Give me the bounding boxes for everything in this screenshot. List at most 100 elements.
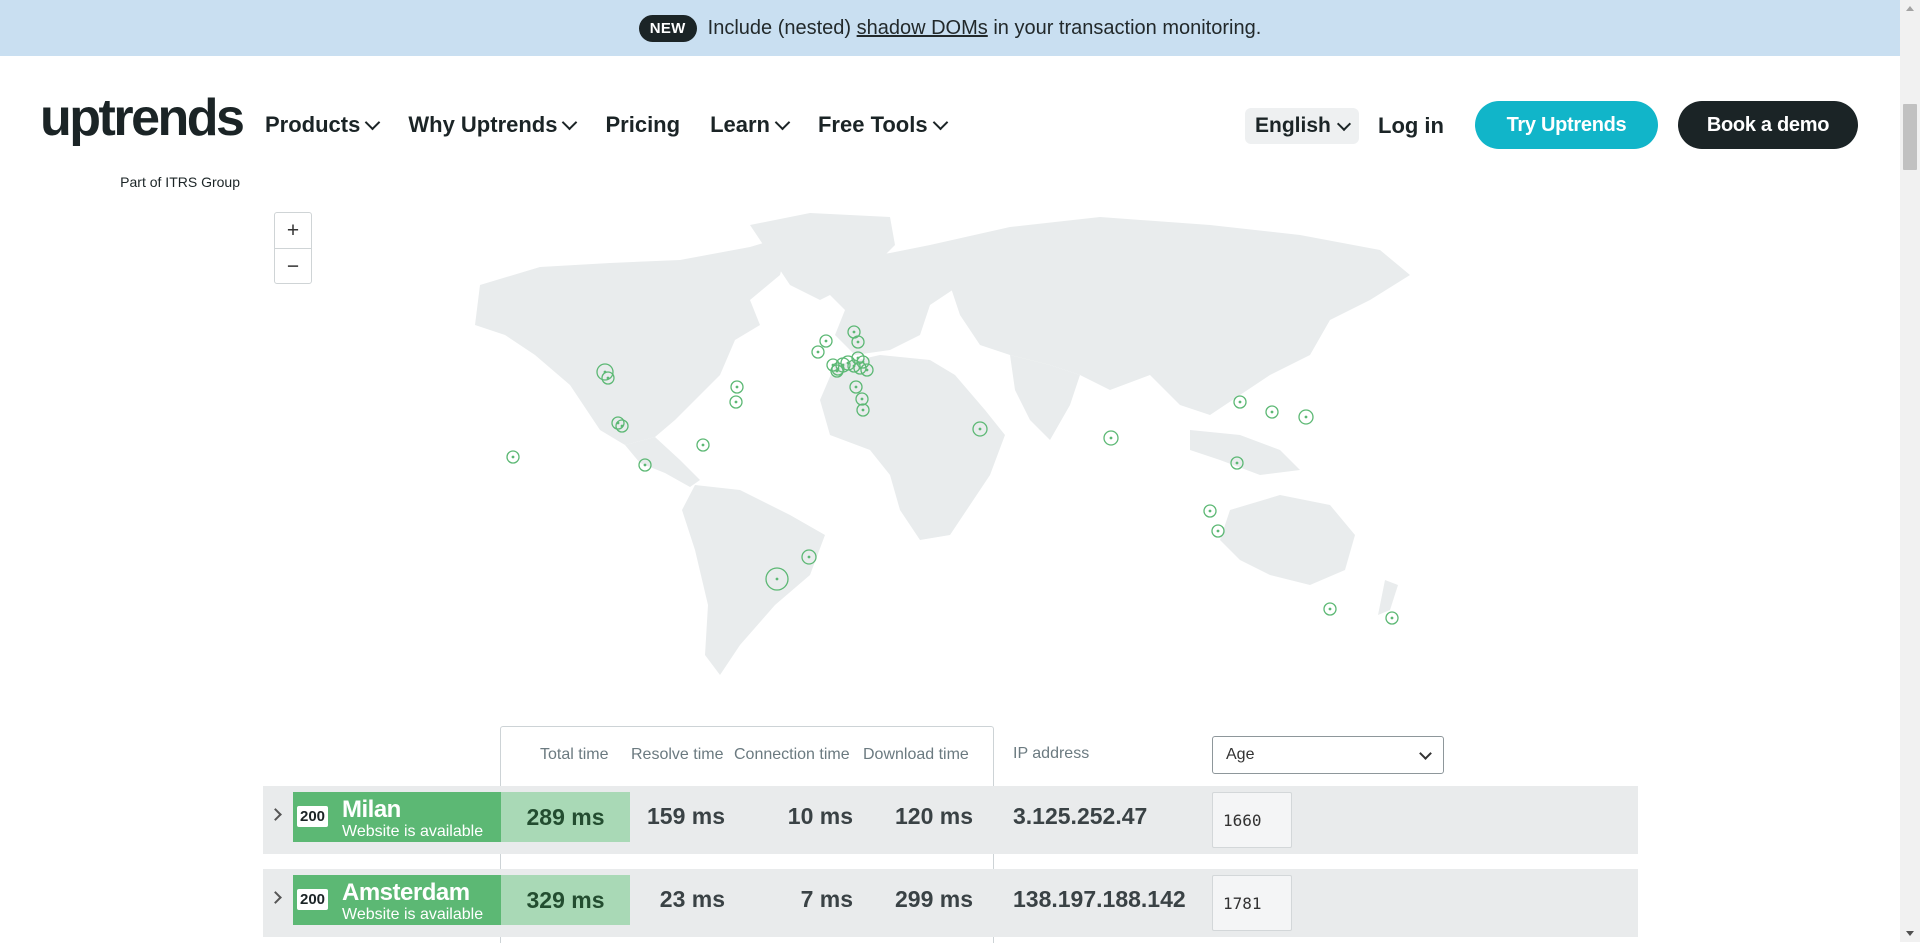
- nav-learn[interactable]: Learn: [710, 112, 791, 138]
- availability-text: Website is available: [342, 906, 484, 923]
- location-marker-dot: [816, 350, 820, 354]
- status-code-badge: 200: [297, 889, 329, 910]
- header-download-time: Download time: [863, 746, 969, 763]
- nav-pricing[interactable]: Pricing: [605, 112, 680, 138]
- africa-landmass: [820, 355, 1005, 540]
- total-time-value: 329 ms: [501, 875, 630, 925]
- nav-free-tools[interactable]: Free Tools: [817, 112, 948, 138]
- resolve-time-value: 23 ms: [659, 886, 725, 912]
- shadow-doms-link[interactable]: shadow DOMs: [857, 17, 988, 40]
- asia-landmass: [930, 217, 1410, 415]
- announcement-banner: NEW Include (nested) shadow DOMs in your…: [0, 0, 1900, 56]
- location-marker-dot: [775, 577, 779, 581]
- main-nav: Products Why Uptrends Pricing Learn Free…: [265, 112, 976, 138]
- book-demo-button[interactable]: Book a demo: [1678, 101, 1858, 149]
- central-america-landmass: [625, 437, 700, 487]
- new-zealand-landmass: [1378, 580, 1398, 615]
- logo-tagline: Part of ITRS Group: [120, 174, 240, 190]
- nav-learn-label: Learn: [710, 112, 770, 137]
- sort-select-value: Age: [1226, 746, 1255, 763]
- try-uptrends-button[interactable]: Try Uptrends: [1475, 101, 1658, 149]
- age-value: 1781: [1212, 875, 1292, 931]
- chevron-down-icon: [774, 114, 791, 130]
- nav-why-uptrends[interactable]: Why Uptrends: [408, 112, 578, 138]
- chevron-down-icon: [1336, 116, 1351, 131]
- new-badge: NEW: [638, 14, 697, 42]
- ip-address-value: 3.125.252.47: [1013, 803, 1148, 829]
- nav-why-uptrends-label: Why Uptrends: [408, 112, 558, 137]
- north-america-landmass: [475, 235, 790, 445]
- total-time-value: 289 ms: [501, 792, 630, 842]
- table-row[interactable]: 200 Milan Website is available 289 ms 15…: [263, 786, 1638, 854]
- nav-pricing-label: Pricing: [605, 112, 681, 137]
- header-ip-address: IP address: [1013, 745, 1090, 762]
- login-link[interactable]: Log in: [1378, 113, 1444, 139]
- zoom-out-button[interactable]: −: [275, 248, 311, 284]
- location-marker-dot: [701, 443, 705, 447]
- ip-address-value: 138.197.188.142: [1013, 886, 1186, 912]
- location-marker-dot: [643, 463, 647, 467]
- status-block: 200 Milan Website is available: [293, 792, 501, 842]
- header-resolve-time: Resolve time: [631, 746, 724, 763]
- location-marker-dot: [1216, 529, 1220, 533]
- scroll-down-arrow-icon[interactable]: [1906, 931, 1914, 936]
- connection-time-value: 10 ms: [787, 803, 853, 829]
- scrollbar-thumb[interactable]: [1903, 104, 1917, 170]
- location-marker-dot: [1328, 607, 1332, 611]
- location-name: Milan: [342, 796, 401, 823]
- header-connection-time: Connection time: [734, 746, 850, 763]
- resolve-time-value: 159 ms: [646, 803, 725, 829]
- location-marker-dot: [734, 400, 738, 404]
- nav-products-label: Products: [265, 112, 361, 137]
- location-marker-dot: [835, 369, 839, 373]
- nav-products[interactable]: Products: [265, 112, 381, 138]
- location-name: Amsterdam: [342, 879, 470, 906]
- download-time-value: 120 ms: [894, 803, 973, 829]
- location-marker-dot: [1208, 509, 1212, 513]
- uptrends-logo[interactable]: uptrends Part of ITRS Group: [40, 89, 245, 190]
- map-zoom-control: + −: [274, 212, 312, 284]
- logo-wordmark: uptrends: [40, 89, 245, 147]
- availability-text: Website is available: [342, 823, 484, 840]
- location-marker-dot: [606, 376, 610, 380]
- south-america-landmass: [682, 485, 825, 675]
- language-selector[interactable]: English: [1245, 108, 1359, 144]
- chevron-down-icon: [1419, 747, 1432, 760]
- location-marker-dot: [1270, 410, 1274, 414]
- zoom-in-button[interactable]: +: [275, 213, 311, 248]
- banner-text-before: Include (nested): [707, 16, 857, 39]
- table-row[interactable]: 200 Amsterdam Website is available 329 m…: [263, 869, 1638, 937]
- location-marker-dot: [824, 339, 828, 343]
- location-marker-dot: [860, 397, 864, 401]
- location-marker-dot: [856, 356, 860, 360]
- australia-landmass: [1220, 495, 1355, 585]
- world-map: [475, 213, 1410, 675]
- location-marker-dot: [1238, 400, 1242, 404]
- location-marker-dot: [865, 368, 869, 372]
- location-marker-dot: [1235, 461, 1239, 465]
- scroll-up-arrow-icon[interactable]: [1906, 6, 1914, 11]
- header-total-time: Total time: [540, 746, 609, 763]
- location-marker-dot: [852, 330, 856, 334]
- chevron-down-icon: [365, 114, 381, 130]
- southeast-asia-landmass: [1190, 430, 1300, 475]
- age-value: 1660: [1212, 792, 1292, 848]
- location-marker-dot: [861, 408, 865, 412]
- banner-text-after: in your transaction monitoring.: [987, 16, 1262, 39]
- site-header: uptrends Part of ITRS Group Products Why…: [0, 56, 1900, 194]
- page-scrollbar[interactable]: [1900, 0, 1920, 942]
- location-marker-dot: [1109, 436, 1113, 440]
- status-code-badge: 200: [297, 806, 329, 827]
- location-marker-dot: [511, 455, 515, 459]
- location-marker-dot: [856, 340, 860, 344]
- sort-select[interactable]: Age: [1212, 736, 1444, 774]
- location-marker-dot: [735, 385, 739, 389]
- nav-free-tools-label: Free Tools: [817, 112, 928, 137]
- download-time-value: 299 ms: [894, 886, 973, 912]
- location-marker-dot: [854, 385, 858, 389]
- expand-chevron-icon[interactable]: [269, 891, 282, 904]
- chevron-down-icon: [932, 114, 948, 130]
- location-marker-dot: [978, 427, 982, 431]
- connection-time-value: 7 ms: [800, 886, 853, 912]
- expand-chevron-icon[interactable]: [269, 808, 282, 821]
